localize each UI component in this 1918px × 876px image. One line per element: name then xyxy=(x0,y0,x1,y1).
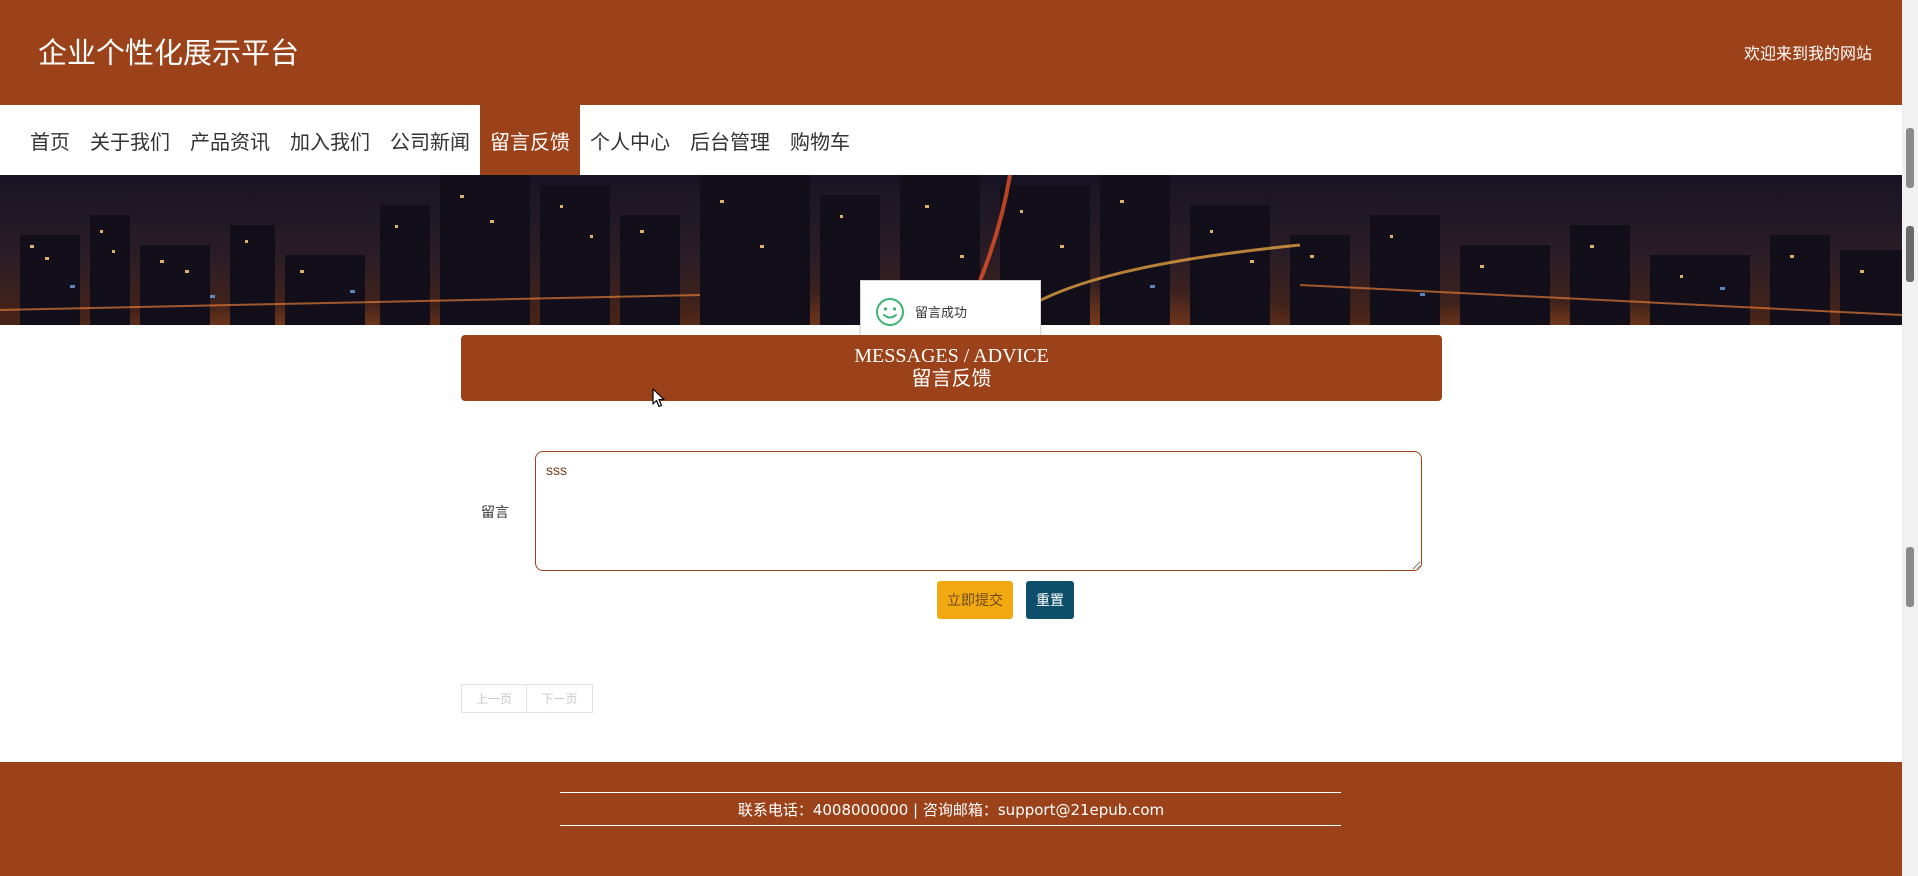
main-nav: 首页 关于我们 产品资讯 加入我们 公司新闻 留言反馈 个人中心 后台管理 购物… xyxy=(0,105,1902,175)
nav-item-profile[interactable]: 个人中心 xyxy=(580,105,680,175)
submit-button[interactable]: 立即提交 xyxy=(937,581,1013,619)
success-toast: 留言成功 xyxy=(860,280,1041,343)
footer: 联系电话：4008000000 | 咨询邮箱：support@21epub.co… xyxy=(0,762,1902,876)
prev-page-button[interactable]: 上一页 xyxy=(461,684,527,713)
nav-item-about[interactable]: 关于我们 xyxy=(80,105,180,175)
nav-item-admin[interactable]: 后台管理 xyxy=(680,105,780,175)
page: 企业个性化展示平台 欢迎来到我的网站 首页 关于我们 产品资讯 加入我们 公司新… xyxy=(0,0,1902,876)
message-label: 留言 xyxy=(481,505,509,521)
header: 企业个性化展示平台 欢迎来到我的网站 xyxy=(0,0,1902,105)
toast-message: 留言成功 xyxy=(915,306,968,321)
reset-button[interactable]: 重置 xyxy=(1026,581,1074,619)
nav-item-home[interactable]: 首页 xyxy=(20,105,80,175)
scrollbar-marker-lower xyxy=(1906,547,1914,607)
footer-divider-top xyxy=(560,792,1341,793)
nav-item-feedback[interactable]: 留言反馈 xyxy=(480,105,580,175)
message-textarea[interactable] xyxy=(535,451,1422,571)
site-title[interactable]: 企业个性化展示平台 xyxy=(38,30,299,72)
nav-item-cart[interactable]: 购物车 xyxy=(780,105,860,175)
scrollbar-thumb[interactable] xyxy=(1906,128,1914,188)
footer-divider-bottom xyxy=(560,825,1341,826)
nav-item-products[interactable]: 产品资讯 xyxy=(180,105,280,175)
nav-item-join[interactable]: 加入我们 xyxy=(280,105,380,175)
vertical-scrollbar[interactable] xyxy=(1902,0,1918,876)
pagination: 上一页 下一页 xyxy=(461,684,593,713)
nav-item-news[interactable]: 公司新闻 xyxy=(380,105,480,175)
section-title-en: MESSAGES / ADVICE xyxy=(854,345,1049,367)
welcome-text: 欢迎来到我的网站 xyxy=(1743,44,1872,63)
next-page-button[interactable]: 下一页 xyxy=(527,684,593,713)
smile-icon xyxy=(876,297,904,326)
scrollbar-marker xyxy=(1906,226,1914,282)
section-header: MESSAGES / ADVICE 留言反馈 xyxy=(461,335,1442,401)
footer-contact: 联系电话：4008000000 | 咨询邮箱：support@21epub.co… xyxy=(737,801,1165,819)
section-title-zh: 留言反馈 xyxy=(911,368,992,390)
